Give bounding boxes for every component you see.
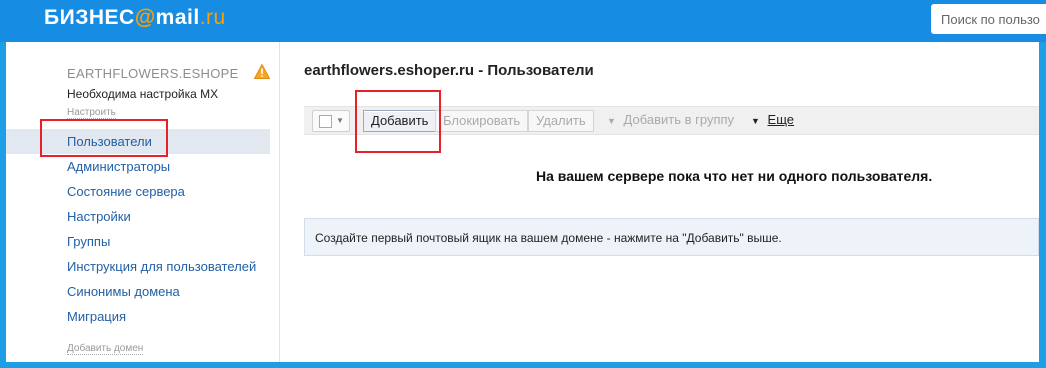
page-title: earthflowers.eshoper.ru - Пользователи [304,62,594,79]
sidebar-item-server-status[interactable]: Состояние сервера [6,179,270,204]
logo-mail: mail [155,6,200,29]
add-to-group-dropdown[interactable]: ▼ Добавить в группу [607,110,734,130]
logo-text: БИЗНЕС [44,6,135,29]
select-all-dropdown[interactable]: ▼ [312,110,350,132]
caret-down-icon: ▼ [751,116,760,126]
search-input[interactable] [931,4,1046,34]
checkbox-icon [319,115,332,128]
top-bar: БИЗНЕС@mail.ru [0,0,1046,42]
highlight-box-users [40,119,168,157]
delete-button[interactable]: Удалить [528,110,594,132]
more-dropdown[interactable]: ▼ Еще [751,110,794,130]
domain-name: EARTHFLOWERS.ESHOPER.RU [67,66,239,81]
sidebar-item-settings[interactable]: Настройки [6,204,270,229]
sidebar-nav: Пользователи Администраторы Состояние се… [6,129,270,329]
business-mail-logo[interactable]: БИЗНЕС@mail.ru [44,6,226,30]
empty-state-message: На вашем сервере пока что нет ни одного … [536,168,933,184]
sidebar-item-admins[interactable]: Администраторы [6,154,270,179]
block-button[interactable]: Блокировать [435,110,529,132]
search-box [931,4,1046,34]
configure-link[interactable]: Настроить [67,107,116,119]
caret-down-icon: ▼ [607,116,616,126]
logo-ru: ru [206,6,226,29]
add-domain-link[interactable]: Добавить домен [67,343,144,355]
chevron-down-icon: ▼ [336,116,344,125]
sidebar-item-user-guide[interactable]: Инструкция для пользователей [6,254,270,279]
sidebar: EARTHFLOWERS.ESHOPER.RU Необходима настр… [6,42,280,362]
highlight-box-add [355,90,441,153]
add-to-group-label: Добавить в группу [623,112,735,127]
sidebar-item-groups[interactable]: Группы [6,229,270,254]
sidebar-item-domain-aliases[interactable]: Синонимы домена [6,279,270,304]
sidebar-item-migration[interactable]: Миграция [6,304,270,329]
info-banner: Создайте первый почтовый ящик на вашем д… [304,218,1039,256]
more-label: Еще [767,112,794,127]
content-panel: EARTHFLOWERS.ESHOPER.RU Необходима настр… [6,42,1039,362]
logo-at: @ [134,6,156,29]
warning-icon [254,64,270,79]
mx-notice: Необходима настройка MX [67,87,219,101]
